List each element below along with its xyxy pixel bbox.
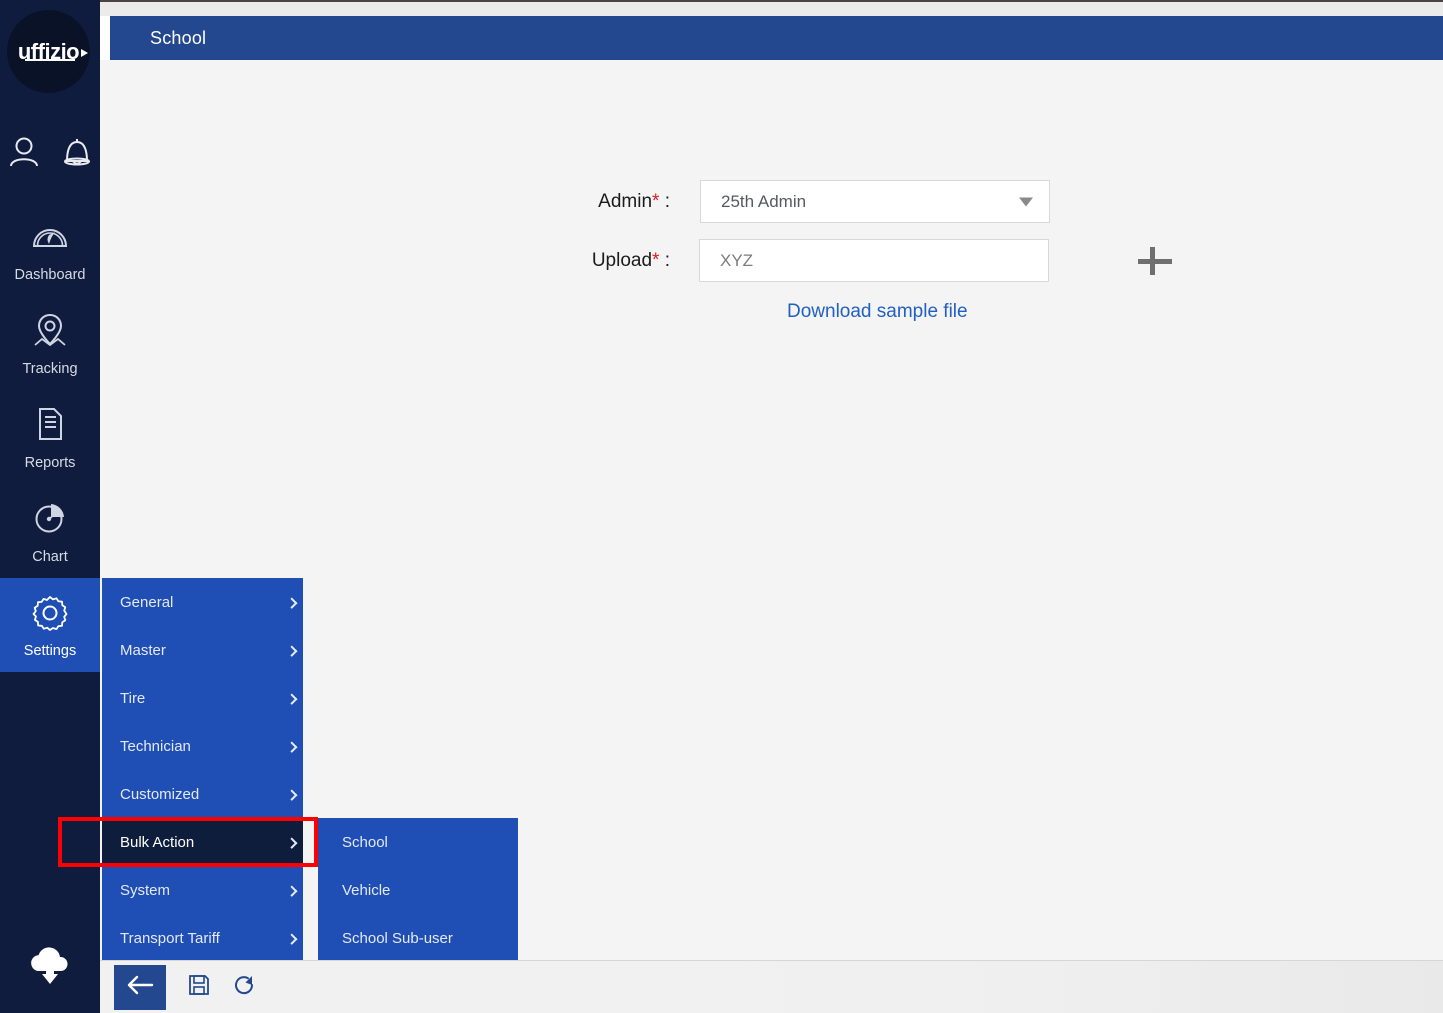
sidebar-item-tracking[interactable]: Tracking	[0, 296, 100, 390]
back-button[interactable]	[114, 965, 166, 1010]
menu-item-label: Tire	[120, 690, 145, 707]
sidebar-item-label: Reports	[25, 456, 76, 471]
submenu-item-label: School	[342, 834, 388, 851]
user-icon[interactable]	[4, 132, 44, 177]
chevron-right-icon	[286, 646, 297, 657]
pie-chart-icon	[29, 497, 71, 544]
map-pin-icon	[29, 309, 71, 356]
admin-select[interactable]: 25th Admin	[700, 180, 1050, 223]
menu-item-label: Master	[120, 642, 166, 659]
document-icon	[29, 403, 71, 450]
sidebar-item-reports[interactable]: Reports	[0, 390, 100, 484]
chevron-right-icon	[286, 790, 297, 801]
admin-select-value: 25th Admin	[721, 192, 806, 212]
cloud-download-icon[interactable]	[24, 945, 76, 987]
chevron-right-icon	[286, 934, 297, 945]
submenu-item-label: Vehicle	[342, 882, 390, 899]
left-sidebar: uffizio	[0, 0, 100, 1013]
save-button[interactable]	[176, 965, 221, 1010]
save-icon	[187, 973, 211, 1002]
upload-form-row: Upload* : XYZ	[540, 239, 1049, 282]
submenu-item-school-sub-user[interactable]: School Sub-user	[318, 914, 518, 962]
admin-form-row: Admin* : 25th Admin	[540, 180, 1050, 223]
page-header: School	[110, 16, 1443, 60]
admin-label: Admin* :	[540, 191, 670, 213]
sidebar-item-label: Tracking	[22, 362, 77, 377]
bulk-action-submenu: School Vehicle School Sub-user	[318, 818, 518, 960]
sidebar-item-label: Chart	[32, 550, 67, 565]
submenu-item-vehicle[interactable]: Vehicle	[318, 866, 518, 914]
menu-item-label: General	[120, 594, 173, 611]
page-title: School	[110, 28, 206, 49]
menu-item-bulk-action[interactable]: Bulk Action	[102, 818, 303, 866]
bell-icon[interactable]	[57, 132, 97, 177]
upload-label: Upload* :	[540, 250, 670, 272]
upload-input-placeholder: XYZ	[720, 251, 753, 271]
menu-item-label: System	[120, 882, 170, 899]
sidebar-item-label: Settings	[24, 644, 76, 659]
bottom-toolbar	[100, 960, 1443, 1013]
refresh-icon	[233, 973, 257, 1002]
chevron-right-icon	[286, 598, 297, 609]
menu-item-transport-tariff[interactable]: Transport Tariff	[102, 914, 303, 962]
chevron-right-icon	[286, 838, 297, 849]
menu-item-customized[interactable]: Customized	[102, 770, 303, 818]
sidebar-item-label: Dashboard	[15, 268, 86, 283]
back-arrow-icon	[125, 972, 155, 1003]
sidebar-item-dashboard[interactable]: Dashboard	[0, 202, 100, 296]
upload-input[interactable]: XYZ	[699, 239, 1049, 282]
chevron-right-icon	[286, 742, 297, 753]
submenu-item-school[interactable]: School	[318, 818, 518, 866]
menu-item-label: Customized	[120, 786, 199, 803]
chevron-down-icon	[1019, 197, 1033, 206]
sidebar-top-icons	[0, 132, 100, 176]
settings-submenu: General Master Tire Technician Customize…	[102, 578, 303, 960]
menu-item-label: Technician	[120, 738, 191, 755]
gear-icon	[29, 591, 71, 638]
window-top-strip	[0, 0, 1443, 16]
submenu-item-label: School Sub-user	[342, 930, 453, 947]
app-logo[interactable]: uffizio	[7, 10, 90, 93]
sidebar-item-chart[interactable]: Chart	[0, 484, 100, 578]
sidebar-item-settings[interactable]: Settings	[0, 578, 100, 672]
chevron-right-icon	[286, 886, 297, 897]
menu-item-master[interactable]: Master	[102, 626, 303, 674]
reset-button[interactable]	[222, 965, 267, 1010]
menu-item-system[interactable]: System	[102, 866, 303, 914]
download-sample-file-link[interactable]: Download sample file	[787, 301, 968, 323]
menu-item-technician[interactable]: Technician	[102, 722, 303, 770]
chevron-right-icon	[286, 694, 297, 705]
add-upload-row-button[interactable]	[1135, 241, 1175, 281]
speedometer-icon	[29, 215, 71, 262]
menu-item-label: Transport Tariff	[120, 930, 220, 947]
menu-item-tire[interactable]: Tire	[102, 674, 303, 722]
menu-item-general[interactable]: General	[102, 578, 303, 626]
menu-item-label: Bulk Action	[120, 834, 194, 851]
logo-strike	[25, 59, 75, 61]
